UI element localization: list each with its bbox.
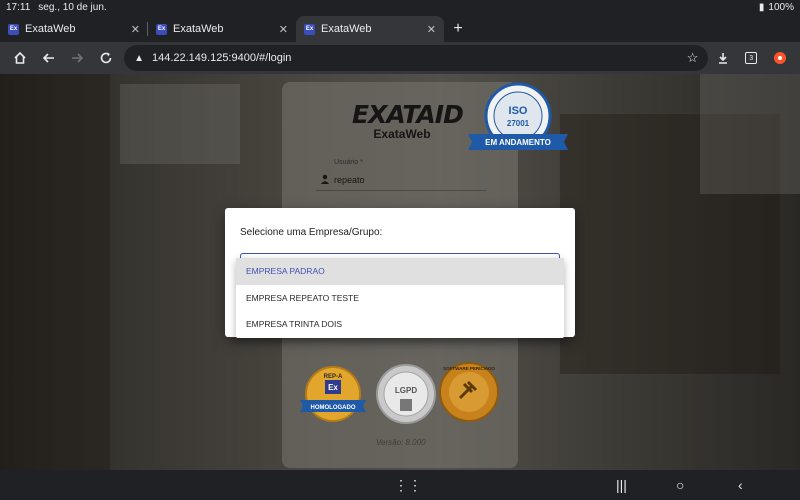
tab-strip: Ex ExataWeb ✕ Ex ExataWeb ✕ Ex ExataWeb …	[0, 14, 800, 42]
system-navigation-bar: ⋮⋮ ||| ○ ‹	[0, 470, 800, 500]
home-icon	[14, 51, 26, 64]
rep-a-seal-top: REP-A	[324, 374, 343, 380]
iso-number: ISO	[509, 105, 528, 117]
favicon-icon: Ex	[156, 23, 167, 35]
new-tab-button[interactable]: +	[444, 16, 472, 42]
keyboard-icon[interactable]: ⋮⋮	[394, 477, 422, 494]
option-empresa-padrao[interactable]: EMPRESA PADRAO	[236, 258, 564, 285]
home-button[interactable]	[6, 44, 35, 72]
battery-level: 100%	[768, 1, 794, 13]
username-field[interactable]: repeato	[320, 174, 365, 186]
download-button[interactable]	[708, 44, 737, 72]
back-arrow-icon	[42, 53, 54, 63]
back-button[interactable]	[35, 44, 64, 72]
iso-certification-badge: ISO 27001 EM ANDAMENTO	[468, 82, 568, 150]
username-label: Usuário *	[334, 159, 363, 166]
favicon-icon: Ex	[304, 23, 315, 35]
version-label: Versão: 8.000	[376, 438, 426, 447]
home-nav-icon[interactable]: ○	[676, 477, 684, 493]
extension-button[interactable]	[765, 44, 794, 72]
battery-icon: ▮	[758, 1, 765, 13]
tab-title: ExataWeb	[173, 23, 224, 35]
tab-3-active[interactable]: Ex ExataWeb ✕	[296, 16, 444, 42]
bookmark-star-icon[interactable]: ☆	[687, 50, 699, 66]
reload-button[interactable]	[92, 44, 121, 72]
brave-lion-icon	[773, 52, 786, 64]
close-tab-icon[interactable]: ✕	[427, 23, 436, 36]
forward-button[interactable]	[63, 44, 92, 72]
close-tab-icon[interactable]: ✕	[131, 23, 140, 36]
back-nav-icon[interactable]: ‹	[738, 477, 743, 493]
lgpd-seal-text: LGPD	[395, 386, 417, 395]
option-empresa-trinta-dois[interactable]: EMPRESA TRINTA DOIS	[236, 311, 564, 338]
browser-toolbar: ▲ 144.22.149.125:9400/#/login ☆ 3	[0, 42, 800, 74]
favicon-icon: Ex	[8, 23, 19, 35]
iso-status: EM ANDAMENTO	[485, 138, 551, 147]
recent-apps-icon[interactable]: |||	[616, 477, 627, 493]
brand-logo: EXATAID ExataWeb	[352, 100, 464, 141]
tab-count-icon: 3	[745, 52, 758, 64]
certification-seals: REP-A Ex HOMOLOGADO LGPD SOFTWARE PERICI…	[300, 362, 499, 424]
rep-a-logo: Ex	[328, 383, 338, 392]
tab-2[interactable]: Ex ExataWeb ✕	[148, 16, 296, 42]
date: seg., 10 de jun.	[38, 1, 107, 13]
iso-code: 27001	[507, 119, 530, 128]
tab-1[interactable]: Ex ExataWeb ✕	[0, 16, 148, 42]
download-icon	[718, 53, 727, 64]
address-bar[interactable]: ▲ 144.22.149.125:9400/#/login ☆	[124, 45, 709, 71]
close-tab-icon[interactable]: ✕	[279, 23, 288, 36]
tab-switcher-button[interactable]: 3	[737, 44, 766, 72]
lgpd-qr-icon	[400, 399, 412, 411]
username-underline	[316, 190, 486, 191]
forward-arrow-icon	[72, 53, 84, 63]
option-empresa-repeato-teste[interactable]: EMPRESA REPEATO TESTE	[236, 285, 564, 312]
dialog-title: Selecione uma Empresa/Grupo:	[240, 227, 383, 238]
brand-subtitle: ExataWeb	[373, 127, 431, 141]
reload-icon	[100, 52, 112, 64]
clock: 17:11	[6, 1, 31, 13]
company-dropdown-list: EMPRESA PADRAO EMPRESA REPEATO TESTE EMP…	[236, 258, 564, 338]
not-secure-warning-icon[interactable]: ▲	[134, 53, 144, 64]
status-bar: 17:11 seg., 10 de jun. ▮ 100%	[0, 0, 800, 14]
tab-title: ExataWeb	[25, 23, 76, 35]
user-icon	[320, 174, 330, 186]
url-text: 144.22.149.125:9400/#/login	[151, 52, 292, 64]
software-periciado-inner	[449, 372, 489, 412]
rep-a-seal-band: HOMOLOGADO	[311, 405, 356, 411]
tab-title: ExataWeb	[321, 23, 372, 35]
software-periciado-text: SOFTWARE PERICIADO	[443, 366, 495, 371]
brand-name: EXATAID	[352, 100, 464, 129]
username-value: repeato	[334, 175, 365, 185]
